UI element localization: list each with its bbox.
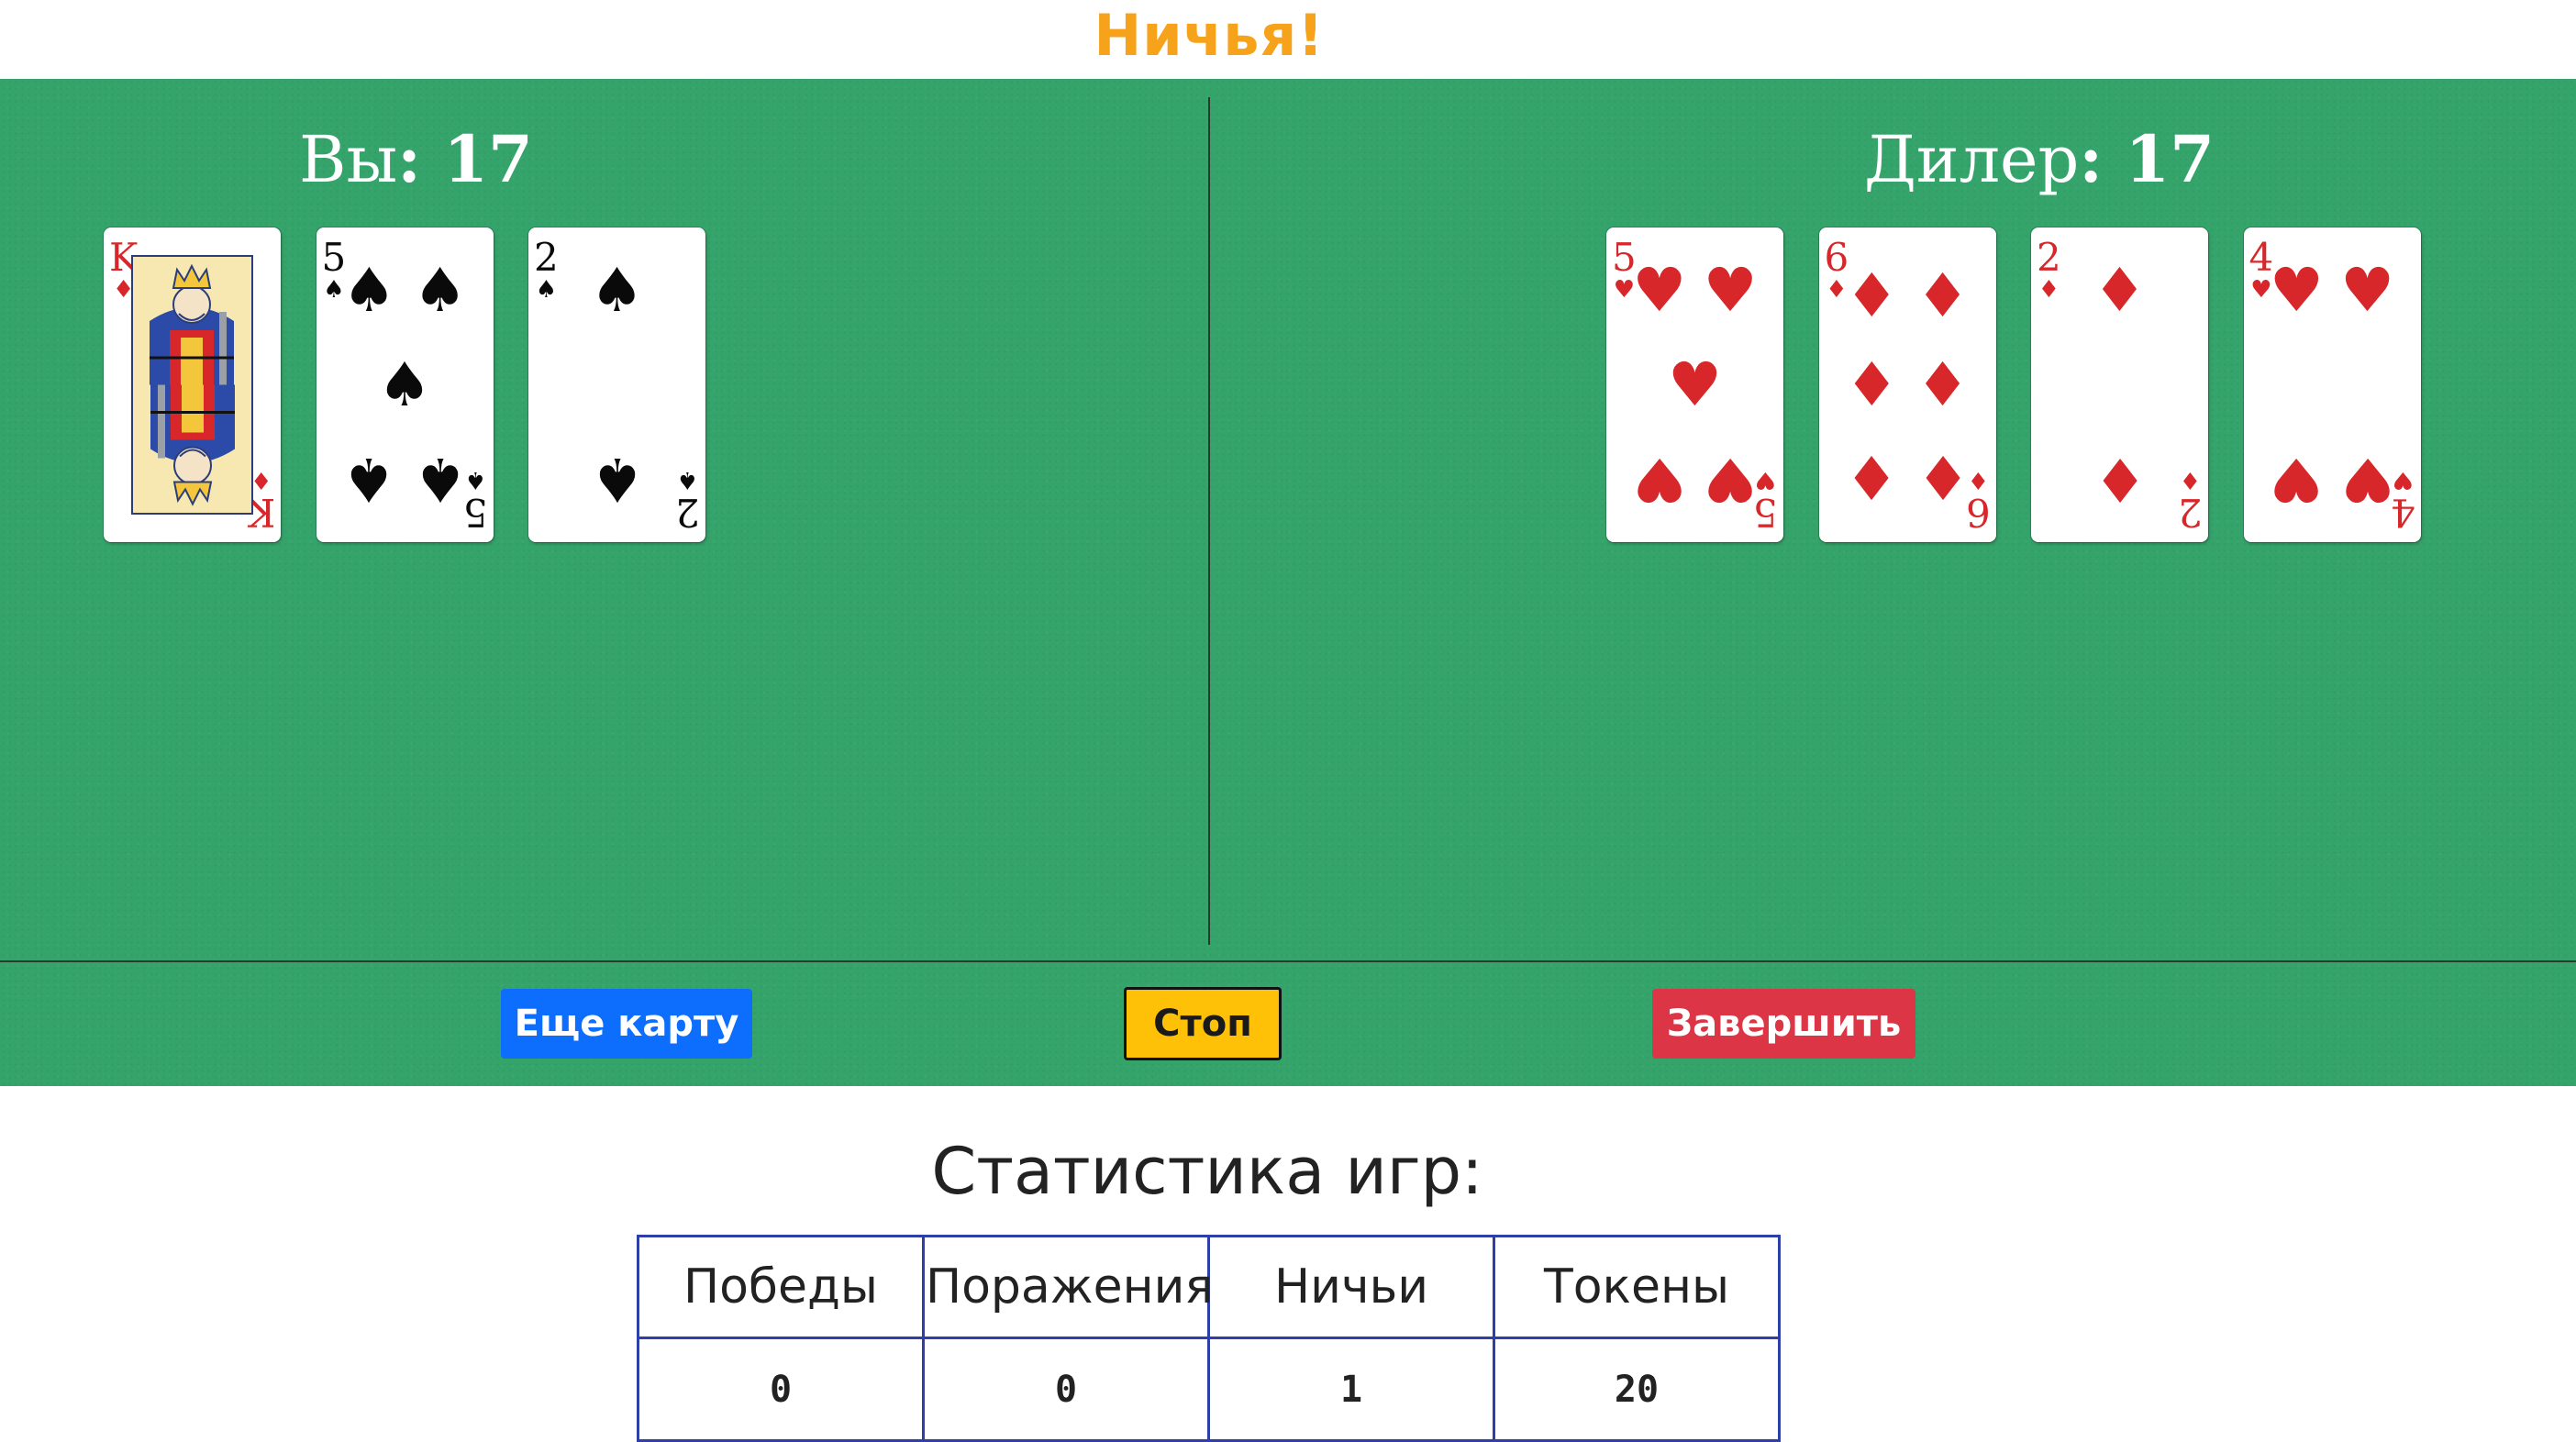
- card-rank: 2: [2178, 490, 2203, 535]
- hearts-icon: ♥: [1632, 254, 1687, 326]
- stats-values-row: 0 0 1 20: [637, 1337, 1781, 1442]
- hearts-icon: ♥: [2269, 254, 2324, 326]
- player-heading: Вы: 17: [299, 121, 533, 197]
- player-score: 17: [443, 121, 533, 197]
- card-corner-index: 2 ♠: [534, 235, 559, 304]
- hearts-icon: ♥: [1703, 444, 1758, 516]
- hearts-icon: ♥: [1632, 444, 1687, 516]
- player-colon: :: [397, 121, 444, 197]
- card-rank: 2: [675, 490, 700, 535]
- hit-button[interactable]: Еще карту: [501, 989, 752, 1059]
- stats-header-tokens: Токены: [1493, 1235, 1781, 1339]
- hearts-icon: ♥: [2340, 254, 2395, 326]
- diamonds-icon: ♦: [250, 466, 272, 494]
- spades-icon: ♠: [341, 254, 396, 326]
- diamonds-icon: ♦: [1915, 349, 1971, 420]
- stats-header-wins: Победы: [637, 1235, 925, 1339]
- top-bar: Ничья!: [0, 0, 2576, 79]
- diamonds-icon: ♦: [1915, 261, 1971, 332]
- playing-card: K ♦ K ♦: [104, 227, 281, 542]
- diamonds-icon: ♦: [1844, 349, 1899, 420]
- dealer-colon: :: [2079, 121, 2126, 197]
- player-label: Вы: [299, 122, 398, 197]
- diamonds-icon: ♦: [1915, 440, 1971, 512]
- spades-icon: ♠: [464, 466, 486, 494]
- card-rank: 2: [534, 235, 559, 280]
- diamonds-icon: ♦: [2092, 254, 2148, 326]
- playing-card: 2 ♦ 2 ♦ ♦ ♦: [2031, 227, 2208, 542]
- playing-card: 4 ♥ 4 ♥ ♥ ♥ ♥ ♥: [2243, 227, 2421, 542]
- diamonds-icon: ♦: [1844, 440, 1899, 512]
- card-corner-index: 2 ♠: [675, 466, 700, 535]
- dealer-score: 17: [2125, 121, 2215, 197]
- end-game-button[interactable]: Завершить: [1652, 989, 1915, 1059]
- diamonds-icon: ♦: [1967, 466, 1989, 494]
- stats-losses-value: 0: [922, 1337, 1210, 1442]
- spades-icon: ♠: [535, 276, 558, 304]
- playing-card: 5 ♥ 5 ♥ ♥ ♥ ♥ ♥ ♥: [1606, 227, 1783, 542]
- spades-icon: ♠: [377, 349, 432, 420]
- spades-icon: ♠: [589, 444, 645, 516]
- stats-draws-value: 1: [1207, 1337, 1495, 1442]
- game-table: Вы: 17 Дилер: 17 K ♦ K ♦ 5 ♠ 5 ♠ ♠ ♠ ♠ ♠ ♠ 2 ♠ 2 ♠ ♠ ♠ 5 ♥ 5…: [0, 79, 2576, 1086]
- stats-header-row: Победы Поражения Ничьи Токены: [637, 1235, 1781, 1339]
- card-corner-index: 2 ♦: [2037, 235, 2061, 304]
- spades-icon: ♠: [589, 254, 645, 326]
- spades-icon: ♠: [413, 444, 468, 516]
- card-rank: 2: [2037, 235, 2061, 280]
- dealer-label: Дилер: [1864, 122, 2080, 197]
- spades-icon: ♠: [341, 444, 396, 516]
- stats-header-draws: Ничьи: [1207, 1235, 1495, 1339]
- hearts-icon: ♥: [1667, 349, 1723, 420]
- hands-divider: [1208, 97, 1210, 945]
- card-corner-index: 2 ♦: [2178, 466, 2203, 535]
- stats-title: Статистика игр:: [931, 1134, 1483, 1209]
- controls-divider: [0, 960, 2576, 962]
- stats-wins-value: 0: [637, 1337, 925, 1442]
- hearts-icon: ♥: [1754, 466, 1777, 494]
- diamonds-icon: ♦: [1844, 261, 1899, 332]
- stats-header-losses: Поражения: [922, 1235, 1214, 1339]
- diamonds-icon: ♦: [2092, 444, 2148, 516]
- king-portrait: [131, 255, 253, 515]
- stats-table: Победы Поражения Ничьи Токены 0 0 1 20: [637, 1235, 1781, 1442]
- dealer-heading: Дилер: 17: [1864, 121, 2215, 197]
- hearts-icon: ♥: [2269, 444, 2324, 516]
- game-result: Ничья!: [1094, 2, 1325, 69]
- hearts-icon: ♥: [2340, 444, 2395, 516]
- diamonds-icon: ♦: [2037, 276, 2060, 304]
- diamonds-icon: ♦: [2179, 466, 2202, 494]
- stand-button[interactable]: Стоп: [1124, 987, 1282, 1060]
- playing-card: 6 ♦ 6 ♦ ♦ ♦ ♦ ♦ ♦ ♦: [1818, 227, 1996, 542]
- stats-tokens-value: 20: [1493, 1337, 1781, 1442]
- playing-card: 5 ♠ 5 ♠ ♠ ♠ ♠ ♠ ♠: [316, 227, 494, 542]
- spades-icon: ♠: [676, 466, 699, 494]
- playing-card: 2 ♠ 2 ♠ ♠ ♠: [528, 227, 705, 542]
- hearts-icon: ♥: [2392, 466, 2414, 494]
- hearts-icon: ♥: [1703, 254, 1758, 326]
- spades-icon: ♠: [413, 254, 468, 326]
